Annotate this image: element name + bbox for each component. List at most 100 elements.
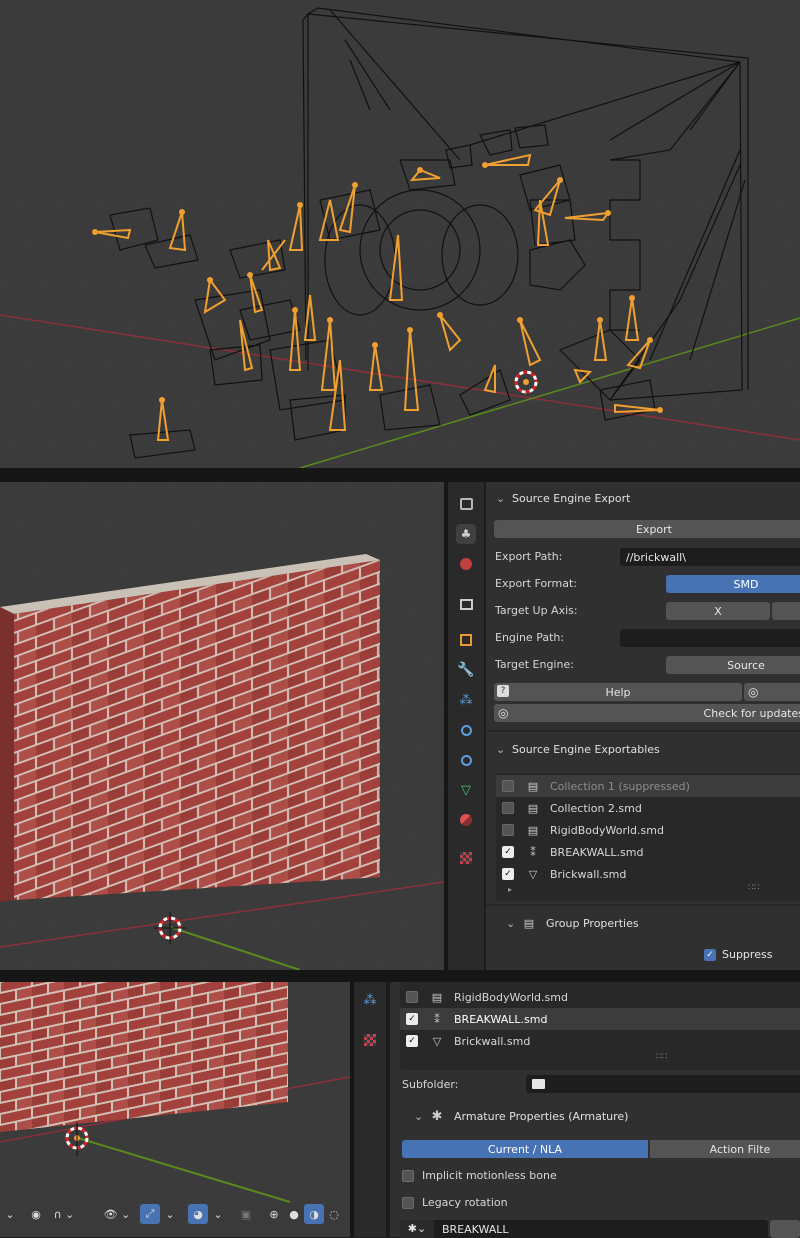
armature-dropdown-icon[interactable]: ✱⌄: [400, 1220, 434, 1238]
tab-modifiers[interactable]: 🔧: [456, 660, 476, 680]
current-nla-button[interactable]: Current / NLA: [402, 1140, 648, 1158]
source-engine-exportables-header[interactable]: ⌄ Source Engine Exportables: [486, 738, 800, 760]
tab-constraints[interactable]: ⁂: [360, 990, 380, 1010]
legacy-rotation-row[interactable]: Legacy rotation: [402, 1196, 508, 1209]
subfolder-label: Subfolder:: [402, 1078, 459, 1091]
tab-particles[interactable]: ⁂: [456, 690, 476, 710]
engine-path-field[interactable]: [620, 629, 800, 647]
list-item[interactable]: ▤ RigidBodyWorld.smd: [400, 986, 800, 1008]
chevron-down-icon: ⌄: [165, 1207, 175, 1221]
expand-icon[interactable]: ▸: [508, 885, 512, 894]
tab-collection[interactable]: [456, 594, 476, 614]
list-item[interactable]: ▤ Collection 2.smd: [496, 797, 800, 819]
export-format-smd[interactable]: SMD: [666, 575, 800, 593]
tab-scene[interactable]: ♣: [456, 524, 476, 544]
proportional-icon: ◉: [31, 1207, 41, 1221]
overlays-dropdown[interactable]: ⌄: [208, 1204, 228, 1224]
collection-icon: ▤: [523, 916, 535, 930]
list-item[interactable]: ▤ Collection 1 (suppressed): [496, 775, 800, 797]
subfolder-field[interactable]: [526, 1075, 800, 1093]
check-updates-button[interactable]: ◎ Check for updates: [494, 704, 800, 722]
area-separator[interactable]: [0, 468, 800, 482]
tab-texture[interactable]: [456, 848, 476, 868]
target-up-axis-x[interactable]: X: [666, 602, 770, 620]
armature-extra-button[interactable]: [770, 1220, 800, 1238]
engine-path-label: Engine Path:: [495, 631, 565, 644]
implicit-checkbox[interactable]: [402, 1169, 414, 1182]
visibility-dropdown[interactable]: 👁 ⌄: [100, 1204, 134, 1224]
list-item[interactable]: ✓ ⁑ BREAKWALL.smd: [400, 1008, 800, 1030]
resize-handle-icon[interactable]: ∷∷: [656, 1052, 667, 1062]
help-button[interactable]: ? Help: [494, 683, 742, 701]
checkbox[interactable]: [502, 802, 514, 814]
tab-physics[interactable]: [456, 720, 476, 740]
overlays-toggle[interactable]: ◕: [188, 1204, 208, 1224]
checkbox[interactable]: ✓: [406, 1035, 418, 1047]
scene-icon: ♣: [460, 527, 472, 541]
viewport-brickwall[interactable]: [0, 482, 444, 970]
mode-dropdown[interactable]: ⌄: [0, 1204, 20, 1224]
tab-texture[interactable]: [360, 1030, 380, 1050]
target-engine-select[interactable]: Source: [666, 656, 800, 674]
checkbox[interactable]: ✓: [502, 868, 514, 880]
globe-icon: ◎: [748, 685, 759, 699]
xray-toggle[interactable]: ▣: [236, 1204, 256, 1224]
shading-rendered[interactable]: ◌: [324, 1204, 344, 1224]
implicit-motionless-bone-row[interactable]: Implicit motionless bone: [402, 1169, 557, 1182]
suppress-checkbox[interactable]: ✓: [704, 948, 716, 961]
object-icon: [460, 634, 472, 646]
legacy-checkbox[interactable]: [402, 1196, 414, 1209]
shading-wireframe[interactable]: ⊕: [264, 1204, 284, 1224]
chevron-down-icon: ⌄: [496, 742, 506, 756]
tab-object[interactable]: [456, 630, 476, 650]
proportional-edit-toggle[interactable]: ◉: [26, 1204, 46, 1224]
overlays-icon: ◕: [193, 1207, 203, 1221]
gizmo-dropdown[interactable]: ⌄: [160, 1204, 180, 1224]
tab-render[interactable]: [456, 494, 476, 514]
exportables-list: ▤ RigidBodyWorld.smd ✓ ⁑ BREAKWALL.smd ✓…: [400, 982, 800, 1070]
help-icon: ?: [497, 685, 509, 697]
list-item[interactable]: ▤ RigidBodyWorld.smd: [496, 819, 800, 841]
checkbox[interactable]: [502, 824, 514, 836]
mesh-data-icon: ▽: [461, 782, 471, 798]
area-separator[interactable]: [0, 970, 800, 982]
checkbox[interactable]: [502, 780, 514, 792]
tab-constraints[interactable]: [456, 750, 476, 770]
armature-field[interactable]: ✱⌄ BREAKWALL: [400, 1220, 768, 1238]
checkbox[interactable]: ✓: [406, 1013, 418, 1025]
target-up-axis-label: Target Up Axis:: [495, 604, 578, 617]
export-format-label: Export Format:: [495, 577, 577, 590]
resize-handle-icon[interactable]: ∷∷: [748, 883, 759, 893]
web-button[interactable]: ◎: [744, 683, 800, 701]
falloff-dropdown[interactable]: ∩ ⌄: [46, 1204, 82, 1224]
checkbox[interactable]: ✓: [502, 846, 514, 858]
armature-properties-header[interactable]: ⌄ ✱ Armature Properties (Armature): [390, 1105, 800, 1127]
export-path-field[interactable]: //brickwall\: [620, 548, 800, 566]
group-properties-header[interactable]: ⌄ ▤ Group Properties: [486, 912, 800, 934]
list-item[interactable]: ✓ ⁑ BREAKWALL.smd: [496, 841, 800, 863]
action-filter-button[interactable]: Action Filte: [650, 1140, 800, 1158]
target-up-axis-y[interactable]: [772, 602, 800, 620]
checkbox[interactable]: [406, 991, 418, 1003]
list-item[interactable]: ✓ ▽ Brickwall.smd: [496, 863, 800, 885]
viewport-brickwall-zoom[interactable]: ⌄ ◉ ∩ ⌄ 👁 ⌄ ⤢ ⌄ ◕ ⌄ ▣ ⊕ ● ◑ ◌: [0, 982, 350, 1237]
properties-tabs: ♣ 🔧 ⁂ ▽: [448, 482, 484, 970]
tab-data[interactable]: ▽: [456, 780, 476, 800]
shading-solid[interactable]: ●: [284, 1204, 304, 1224]
export-button[interactable]: Export: [494, 520, 800, 538]
viewport-wireframe[interactable]: [0, 0, 800, 468]
chevron-down-icon: ⌄: [414, 1109, 424, 1123]
collection-icon: ▤: [527, 823, 539, 837]
vertical-separator[interactable]: [444, 482, 448, 970]
gizmo-toggle[interactable]: ⤢: [140, 1204, 160, 1224]
shading-material[interactable]: ◑: [304, 1204, 324, 1224]
tab-material[interactable]: [456, 810, 476, 830]
suppress-checkbox-row[interactable]: ✓ Suppress: [704, 948, 772, 961]
render-icon: [459, 498, 473, 510]
list-item[interactable]: ✓ ▽ Brickwall.smd: [400, 1030, 800, 1052]
tab-world[interactable]: [456, 554, 476, 574]
source-engine-export-header[interactable]: ⌄ Source Engine Export: [486, 487, 800, 509]
world-icon: [460, 558, 472, 570]
wireframe-sphere-icon: ⊕: [269, 1207, 279, 1221]
falloff-curve-icon: ∩ ⌄: [53, 1207, 75, 1221]
